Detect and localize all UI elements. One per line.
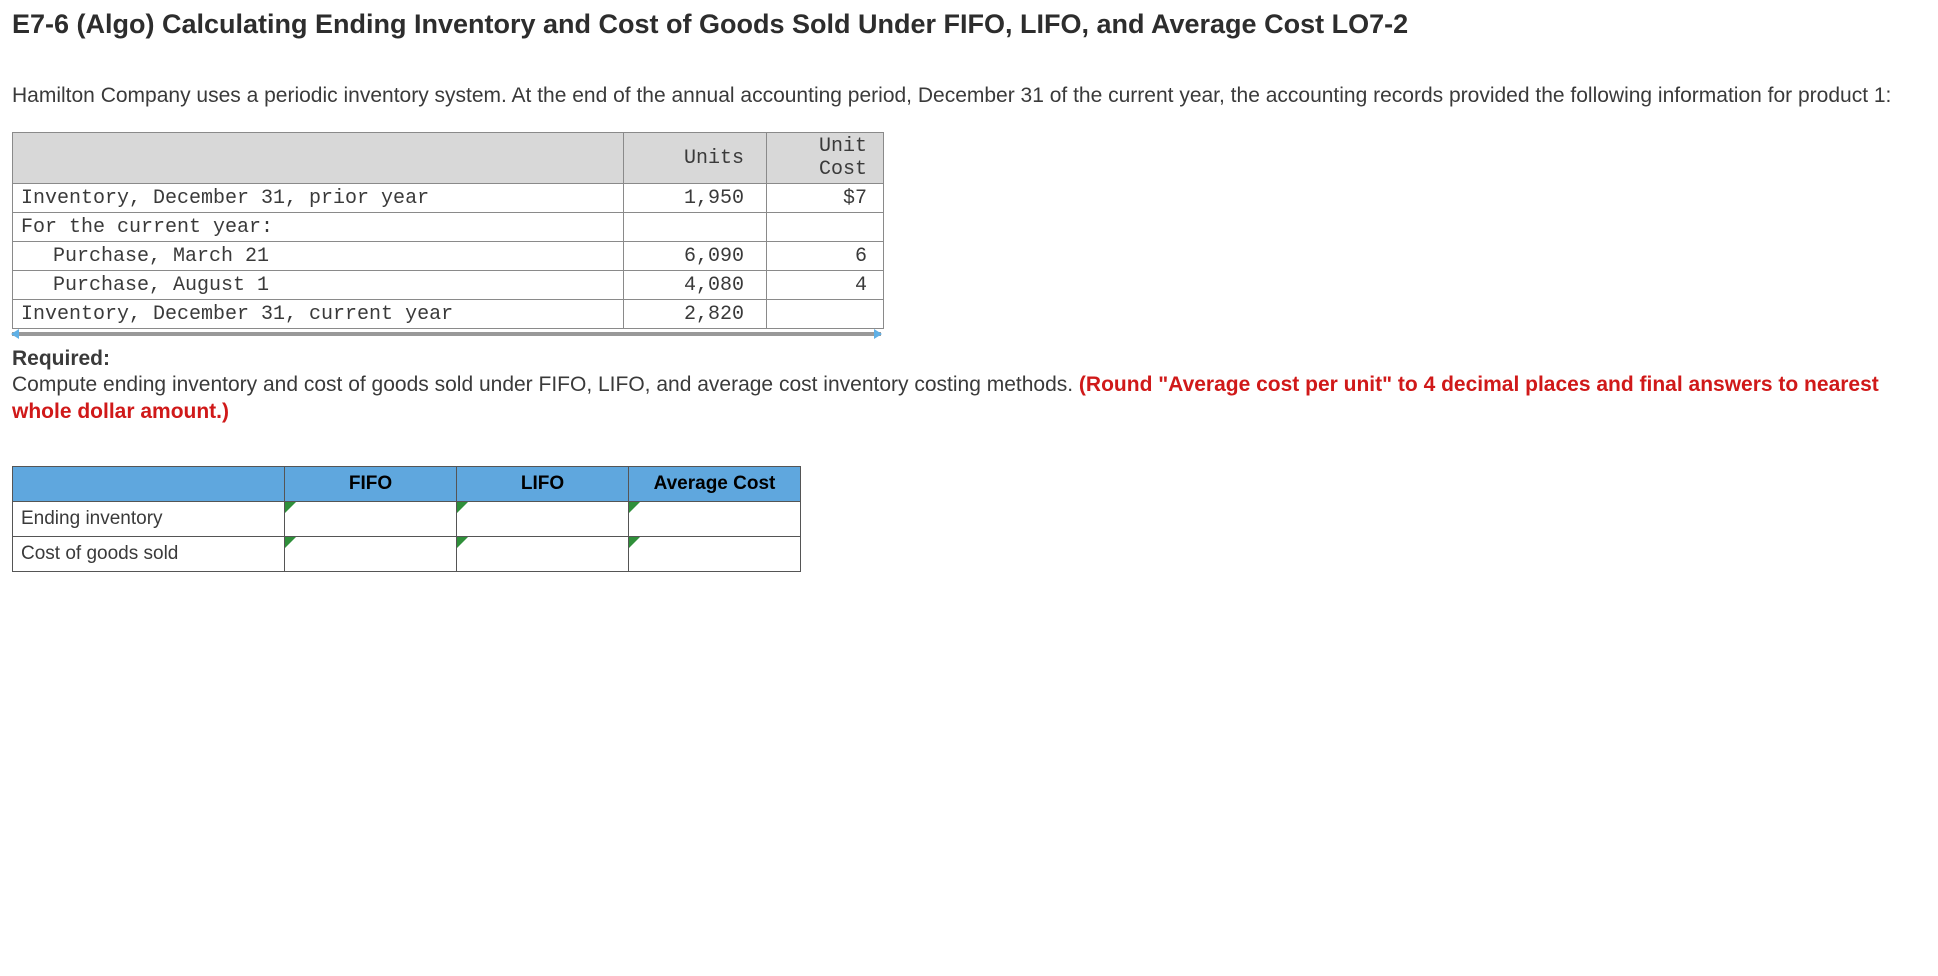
table-row: Inventory, December 31, prior year 1,950… bbox=[13, 184, 884, 213]
inv-row-cost bbox=[767, 300, 884, 329]
table-scrollbar[interactable] bbox=[12, 331, 881, 341]
editable-marker-icon bbox=[457, 502, 468, 513]
inv-row-label: Purchase, August 1 bbox=[13, 271, 624, 300]
inv-row-units bbox=[624, 213, 767, 242]
editable-marker-icon bbox=[285, 502, 296, 513]
inv-row-cost: 6 bbox=[767, 242, 884, 271]
ans-input-cogs-lifo[interactable] bbox=[457, 536, 629, 571]
inv-row-cost: $7 bbox=[767, 184, 884, 213]
inv-row-label: Inventory, December 31, current year bbox=[13, 300, 624, 329]
ans-col-avg: Average Cost bbox=[629, 466, 801, 501]
inv-row-units: 4,080 bbox=[624, 271, 767, 300]
inventory-data-table: Units Unit Cost Inventory, December 31, … bbox=[12, 132, 884, 329]
inv-header-units: Units bbox=[624, 133, 767, 184]
editable-marker-icon bbox=[285, 537, 296, 548]
editable-marker-icon bbox=[457, 537, 468, 548]
required-label: Required: bbox=[12, 347, 1926, 371]
ans-input-ei-lifo[interactable] bbox=[457, 501, 629, 536]
inv-row-label: Purchase, March 21 bbox=[13, 242, 624, 271]
ans-input-ei-fifo[interactable] bbox=[285, 501, 457, 536]
required-text: Compute ending inventory and cost of goo… bbox=[12, 371, 1926, 426]
ans-input-ei-avg[interactable] bbox=[629, 501, 801, 536]
table-row: Inventory, December 31, current year 2,8… bbox=[13, 300, 884, 329]
ans-input-cogs-fifo[interactable] bbox=[285, 536, 457, 571]
inv-row-units: 2,820 bbox=[624, 300, 767, 329]
ans-col-lifo: LIFO bbox=[457, 466, 629, 501]
table-row: Purchase, August 1 4,080 4 bbox=[13, 271, 884, 300]
ans-input-cogs-avg[interactable] bbox=[629, 536, 801, 571]
problem-title: E7-6 (Algo) Calculating Ending Inventory… bbox=[12, 8, 1926, 42]
table-row: Cost of goods sold bbox=[13, 536, 801, 571]
inv-row-units: 1,950 bbox=[624, 184, 767, 213]
inv-header-blank bbox=[13, 133, 624, 184]
editable-marker-icon bbox=[629, 537, 640, 548]
required-plain: Compute ending inventory and cost of goo… bbox=[12, 373, 1079, 396]
scroll-right-icon bbox=[874, 329, 882, 339]
inv-row-units: 6,090 bbox=[624, 242, 767, 271]
ans-row-label: Ending inventory bbox=[13, 501, 285, 536]
table-row: Ending inventory bbox=[13, 501, 801, 536]
intro-text: Hamilton Company uses a periodic invento… bbox=[12, 82, 1912, 110]
table-row: For the current year: bbox=[13, 213, 884, 242]
answer-table: FIFO LIFO Average Cost Ending inventory … bbox=[12, 466, 801, 572]
inv-row-label: For the current year: bbox=[13, 213, 624, 242]
inv-row-cost: 4 bbox=[767, 271, 884, 300]
scroll-left-icon bbox=[11, 329, 19, 339]
ans-corner bbox=[13, 466, 285, 501]
inv-row-label: Inventory, December 31, prior year bbox=[13, 184, 624, 213]
inv-header-unit-cost: Unit Cost bbox=[767, 133, 884, 184]
editable-marker-icon bbox=[629, 502, 640, 513]
inv-row-cost bbox=[767, 213, 884, 242]
table-row: Purchase, March 21 6,090 6 bbox=[13, 242, 884, 271]
ans-col-fifo: FIFO bbox=[285, 466, 457, 501]
ans-row-label: Cost of goods sold bbox=[13, 536, 285, 571]
